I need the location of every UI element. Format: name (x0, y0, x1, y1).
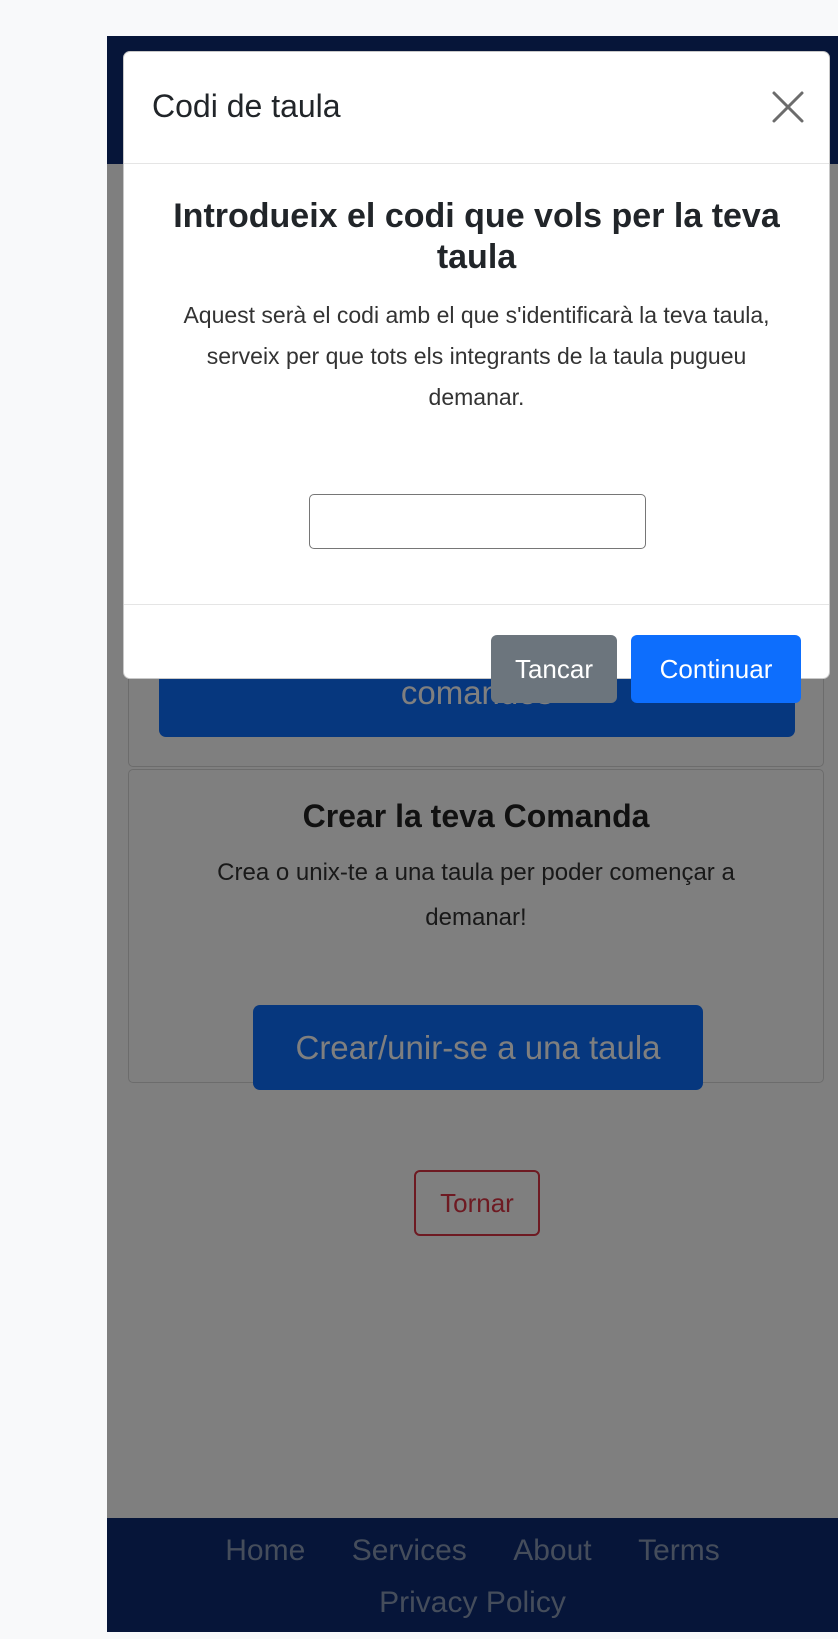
close-button[interactable]: Tancar (491, 635, 617, 703)
continue-button[interactable]: Continuar (631, 635, 801, 703)
table-code-modal: Codi de taula Introdueix el codi que vol… (123, 51, 830, 703)
table-code-input[interactable] (309, 494, 646, 549)
modal-title: Codi de taula (152, 88, 341, 124)
modal-description: Aquest serà el codi amb el que s'identif… (183, 302, 770, 410)
modal-body: Introdueix el codi que vols per la teva … (124, 164, 829, 605)
modal-header: Codi de taula (124, 52, 829, 164)
close-icon[interactable] (771, 90, 805, 124)
modal-heading: Introdueix el codi que vols per la teva … (173, 197, 780, 276)
modal-footer: Tancar Continuar (124, 605, 829, 703)
